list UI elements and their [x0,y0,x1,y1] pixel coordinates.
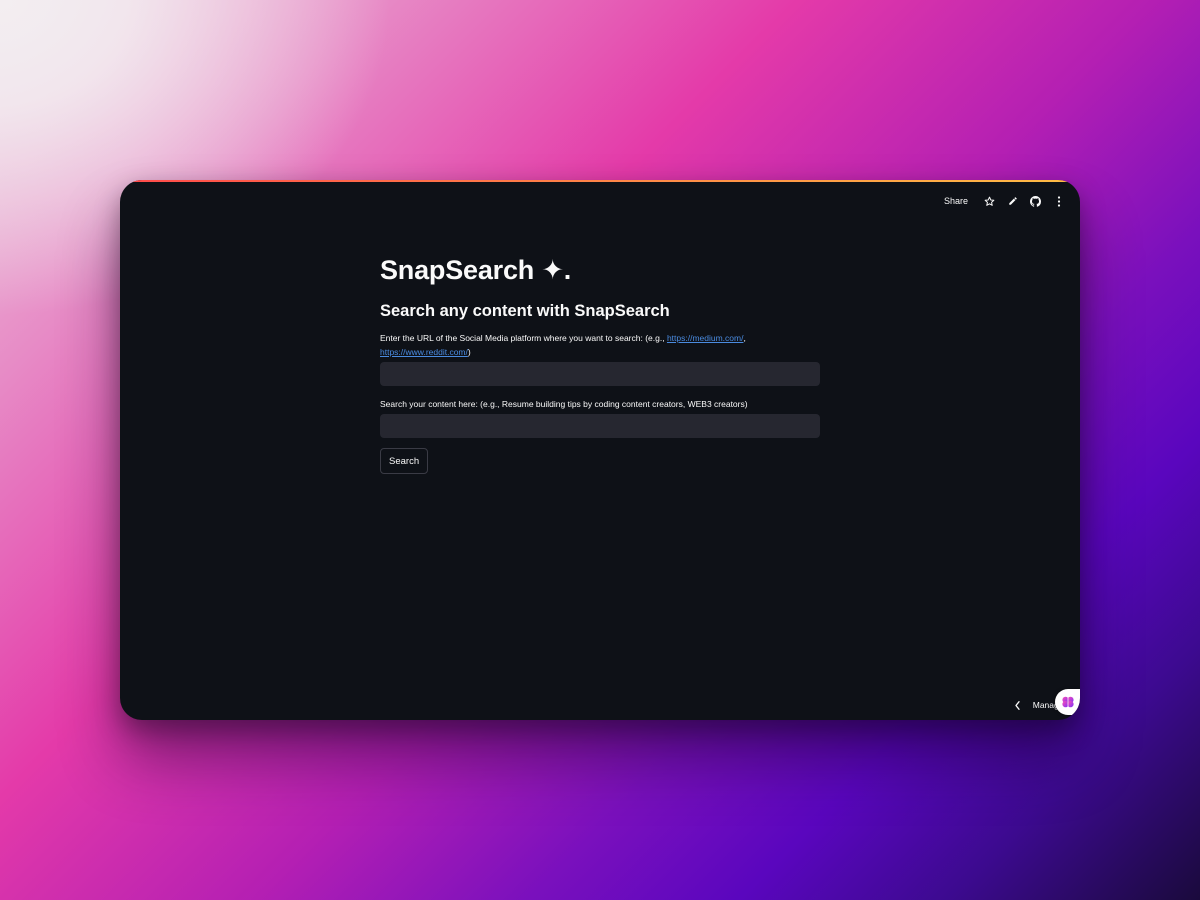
top-accent-bar [120,180,1080,182]
page-subtitle: Search any content with SnapSearch [380,302,670,320]
search-button[interactable]: Search [380,448,429,474]
app-toolbar: Share [940,194,1064,208]
url-label-separator: , [743,333,746,343]
pencil-icon[interactable] [1007,196,1018,207]
url-input[interactable] [380,362,820,386]
chevron-left-icon[interactable] [1013,700,1023,710]
manage-app-bar: Manage app [1013,689,1080,720]
url-field-label: Enter the URL of the Social Media platfo… [380,331,820,359]
star-icon[interactable] [984,196,995,207]
url-label-suffix: ) [467,347,471,357]
github-icon[interactable] [1030,195,1041,207]
more-vertical-icon[interactable] [1053,195,1064,207]
main-content: SnapSearch ✦. Search any content with Sn… [380,252,820,474]
url-label-prefix: Enter the URL of the Social Media platfo… [380,333,667,343]
page-title: SnapSearch ✦. [380,255,572,285]
app-window: Share SnapSearch ✦. Search any content w… [120,180,1080,720]
medium-link[interactable]: https://medium.com/ [667,333,744,343]
query-field-label: Search your content here: (e.g., Resume … [380,399,748,409]
share-button[interactable]: Share [940,194,972,208]
search-input[interactable] [380,414,820,438]
streamlit-logo-icon[interactable] [1055,689,1080,715]
reddit-link[interactable]: https://www.reddit.com/ [380,347,468,357]
